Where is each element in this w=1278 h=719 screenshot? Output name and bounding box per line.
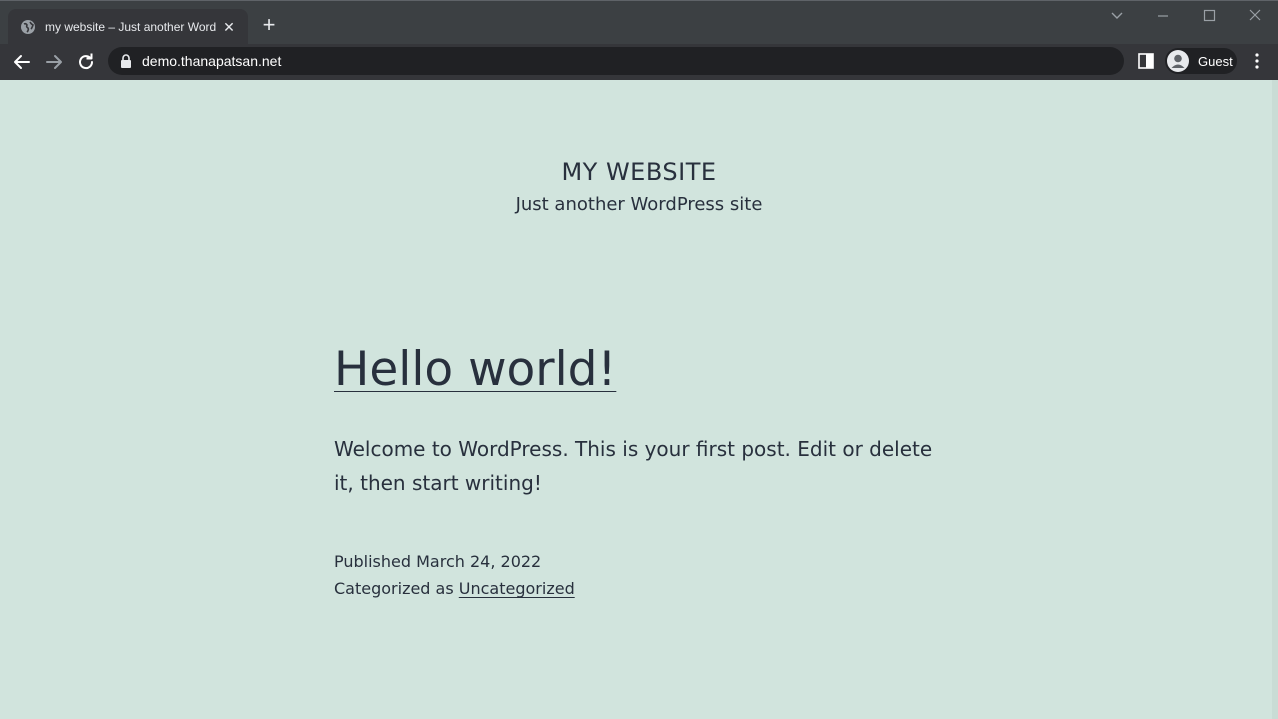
post-category: Categorized as Uncategorized <box>334 579 575 598</box>
globe-icon <box>21 20 35 34</box>
published-date[interactable]: March 24, 2022 <box>416 552 541 571</box>
arrow-right-icon[interactable] <box>42 50 66 74</box>
published-label: Published <box>334 552 412 571</box>
profile-label: Guest <box>1198 53 1233 69</box>
address-bar[interactable]: demo.thanapatsan.net <box>108 47 1124 75</box>
post-published: Published March 24, 2022 <box>334 552 541 571</box>
browser-tab[interactable]: my website – Just another WordPress site… <box>8 9 248 45</box>
profile-button[interactable]: Guest <box>1165 48 1237 74</box>
arrow-left-icon[interactable] <box>10 50 34 74</box>
maximize-icon[interactable] <box>1198 7 1220 25</box>
categorized-label: Categorized as <box>334 579 454 598</box>
page-content: MY WEBSITE Just another WordPress site H… <box>0 80 1272 719</box>
category-link[interactable]: Uncategorized <box>459 579 575 598</box>
url-text: demo.thanapatsan.net <box>142 53 282 69</box>
browser-titlebar: my website – Just another WordPress site… <box>0 0 1278 45</box>
post-body: Welcome to WordPress. This is your first… <box>334 437 933 495</box>
reload-icon[interactable] <box>74 50 98 74</box>
lock-icon[interactable] <box>120 54 132 68</box>
scrollbar[interactable] <box>1272 80 1278 719</box>
post-title-link[interactable]: Hello world! <box>334 342 616 397</box>
tab-title: my website – Just another WordPress site <box>45 20 216 34</box>
tab-search-chevron-icon[interactable] <box>1106 7 1128 25</box>
side-panel-icon[interactable] <box>1137 52 1155 70</box>
close-window-icon[interactable] <box>1244 7 1266 25</box>
site-title[interactable]: MY WEBSITE <box>0 158 1278 186</box>
minimize-icon[interactable] <box>1152 7 1174 25</box>
site-description: Just another WordPress site <box>515 194 763 215</box>
kebab-menu-icon[interactable] <box>1249 52 1265 70</box>
new-tab-button[interactable]: + <box>258 14 280 37</box>
person-icon <box>1167 50 1189 72</box>
close-tab-icon[interactable]: ✕ <box>220 18 238 36</box>
